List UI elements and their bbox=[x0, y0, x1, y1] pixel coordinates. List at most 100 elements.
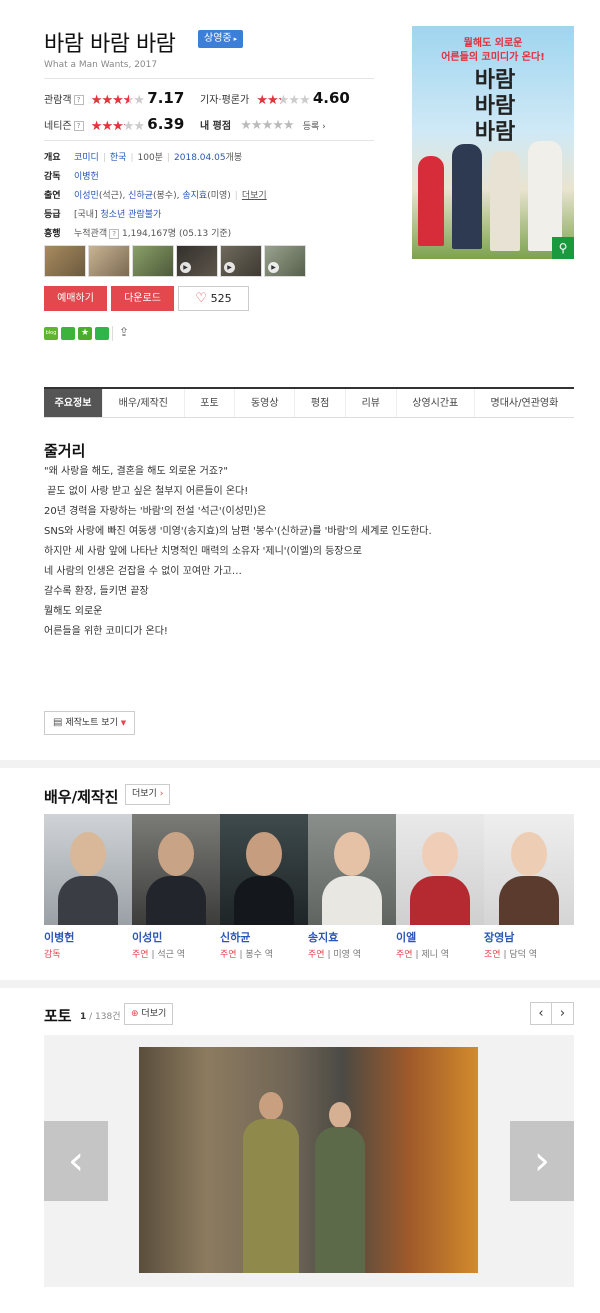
release-date-link[interactable]: 2018.04.05 bbox=[174, 153, 226, 163]
info-director-label: 감독 bbox=[44, 172, 61, 182]
cast-name[interactable]: 신하균 bbox=[220, 929, 250, 945]
cast-character: 제니 역 bbox=[421, 950, 450, 960]
help-icon[interactable]: ? bbox=[109, 228, 120, 239]
poster-figure bbox=[452, 144, 482, 249]
more-cast-link[interactable]: 더보기 bbox=[242, 191, 267, 201]
synopsis-line: 하지만 세 사람 앞에 나타난 치명적인 매력의 소유자 '제니'(이엘)의 등… bbox=[44, 546, 362, 557]
movie-poster[interactable]: 뭘해도 외로운 어른들의 코미디가 온다! 바람 바람 바람 ⚲ bbox=[412, 26, 574, 259]
tab-quotes[interactable]: 명대사/연관영화 bbox=[473, 389, 574, 417]
info-box-label: 흥행 bbox=[44, 229, 61, 239]
cast-photo[interactable] bbox=[308, 814, 396, 925]
info-grade-label: 등급 bbox=[44, 210, 61, 220]
cast-role: (미영) bbox=[207, 191, 231, 201]
cast-name[interactable]: 장영남 bbox=[484, 929, 514, 945]
info-overview-label: 개요 bbox=[44, 153, 61, 163]
photo-prev-arrow[interactable]: ‹ bbox=[44, 1121, 108, 1201]
blog-share-icon[interactable]: blog bbox=[44, 327, 58, 340]
synopsis-line: SNS와 사랑에 빠진 여동생 '미영'(송지효)의 남편 '봉수'(신하균)를… bbox=[44, 526, 432, 537]
rating-netizen-label: 네티즌 bbox=[44, 121, 72, 132]
help-icon[interactable]: ? bbox=[73, 121, 84, 131]
synopsis-line: 어른들을 위한 코미디가 온다! bbox=[44, 626, 168, 637]
cast-role: 주연 | 석근 역 bbox=[132, 950, 186, 960]
genre-link[interactable]: 코미디 bbox=[74, 153, 99, 163]
cast-photo[interactable] bbox=[220, 814, 308, 925]
info-cast: 출연 이성민(석근), 신하균(봉수), 송지효(미영) | 더보기 bbox=[44, 188, 267, 201]
photo-more-label: 더보기 bbox=[141, 1009, 167, 1019]
rating-netizen-score: 6.39 bbox=[147, 115, 185, 133]
cafe-share-icon[interactable] bbox=[61, 327, 75, 340]
rating-critics: 기자·평론가 ★★★★★★★★★★ 4.60 bbox=[200, 89, 350, 107]
my-rating-stars[interactable]: ★★★★★ bbox=[240, 119, 294, 132]
country-link[interactable]: 한국 bbox=[110, 153, 127, 163]
reserve-button[interactable]: 예매하기 bbox=[44, 286, 107, 311]
poster-figure bbox=[528, 141, 562, 251]
my-rating-register-link[interactable]: 등록 › bbox=[303, 122, 326, 132]
cast-more-button[interactable]: 더보기 › bbox=[125, 784, 171, 805]
photo-more-button[interactable]: ⊕ 더보기 bbox=[124, 1003, 174, 1025]
tab-rating[interactable]: 평점 bbox=[294, 389, 345, 417]
cast-photo[interactable] bbox=[132, 814, 220, 925]
grade-link[interactable]: 청소년 관람불가 bbox=[100, 210, 161, 220]
cast-name[interactable]: 송지효 bbox=[308, 929, 338, 945]
tab-video[interactable]: 동영상 bbox=[234, 389, 294, 417]
still-thumbnail[interactable] bbox=[132, 245, 174, 277]
runtime: 100분 bbox=[137, 153, 163, 163]
rating-audience-label: 관람객 bbox=[44, 95, 72, 106]
video-thumbnail[interactable]: ▶ bbox=[220, 245, 262, 277]
like-button[interactable]: ♡ 525 bbox=[178, 286, 249, 311]
production-notes-button[interactable]: ▤ 제작노트 보기 ▼ bbox=[44, 711, 136, 735]
poster-logo: 바람 바람 바람 bbox=[474, 68, 516, 145]
divider bbox=[44, 140, 374, 141]
section-divider bbox=[0, 760, 600, 768]
prev-page-button[interactable]: ‹ bbox=[530, 1002, 552, 1025]
zoom-icon[interactable]: ⚲ bbox=[552, 237, 574, 259]
rating-audience: 관람객? ★★★★★★★★★★ 7.17 bbox=[44, 89, 184, 107]
tab-photo[interactable]: 포토 bbox=[183, 389, 235, 417]
like-count: 525 bbox=[210, 292, 232, 305]
bookmark-share-icon[interactable]: ★ bbox=[78, 327, 92, 340]
box-date: (05.13 기준) bbox=[178, 229, 232, 239]
help-icon[interactable]: ? bbox=[73, 95, 84, 105]
synopsis-line: 갈수록 환장, 들키면 끝장 bbox=[44, 586, 149, 597]
cast-photo[interactable] bbox=[396, 814, 484, 925]
heart-icon: ♡ bbox=[195, 291, 208, 306]
cast-name[interactable]: 이엘 bbox=[396, 929, 416, 945]
tab-showtimes[interactable]: 상영시간표 bbox=[395, 389, 474, 417]
cast-link[interactable]: 이성민 bbox=[74, 191, 99, 201]
video-thumbnail[interactable]: ▶ bbox=[264, 245, 306, 277]
cast-link[interactable]: 송지효 bbox=[182, 191, 207, 201]
band-share-icon[interactable] bbox=[95, 327, 109, 340]
movie-title: 바람 바람 바람 bbox=[44, 32, 176, 57]
next-page-button[interactable]: › bbox=[551, 1002, 574, 1025]
movie-subtitle: What a Man Wants, 2017 bbox=[44, 60, 158, 70]
cast-more-label: 더보기 bbox=[132, 789, 157, 799]
poster-tagline: 어른들의 코미디가 온다! bbox=[441, 52, 545, 63]
video-thumbnail[interactable]: ▶ bbox=[176, 245, 218, 277]
tab-cast[interactable]: 배우/제작진 bbox=[102, 389, 184, 417]
cast-role-type: 주연 bbox=[132, 950, 149, 960]
divider bbox=[44, 78, 374, 79]
synopsis-text: "왜 사랑을 해도, 결혼을 해도 외로운 거죠?" 끝도 없이 사랑 받고 싶… bbox=[44, 462, 432, 642]
status-badge[interactable]: 상영중 ▸ bbox=[198, 30, 244, 48]
tab-review[interactable]: 리뷰 bbox=[344, 389, 396, 417]
download-button[interactable]: 다운로드 bbox=[111, 286, 174, 311]
still-thumbnail[interactable] bbox=[88, 245, 130, 277]
cast-character: 봉수 역 bbox=[245, 950, 274, 960]
play-icon: ▶ bbox=[268, 262, 279, 273]
box-value: 1,194,167명 bbox=[122, 229, 177, 239]
cast-photo[interactable] bbox=[484, 814, 574, 925]
share-icon[interactable]: ⇪ bbox=[119, 325, 129, 339]
cast-role-type: 주연 bbox=[396, 950, 413, 960]
cast-link[interactable]: 신하균 bbox=[128, 191, 153, 201]
synopsis-line: 20년 경력을 자랑하는 '바람'의 전설 '석근'(이성민)은 bbox=[44, 506, 267, 517]
director-link[interactable]: 이병헌 bbox=[74, 172, 99, 182]
cast-photo[interactable] bbox=[44, 814, 132, 925]
cast-name[interactable]: 이병헌 bbox=[44, 929, 74, 945]
cast-name[interactable]: 이성민 bbox=[132, 929, 162, 945]
photo-next-arrow[interactable]: › bbox=[510, 1121, 574, 1201]
still-thumbnail[interactable] bbox=[44, 245, 86, 277]
chevron-down-icon: ▼ bbox=[120, 719, 127, 727]
tab-main-info[interactable]: 주요정보 bbox=[44, 389, 102, 417]
rating-critics-stars: ★★★★★★★★★★ bbox=[256, 92, 310, 108]
photo-main-image[interactable] bbox=[139, 1047, 478, 1273]
